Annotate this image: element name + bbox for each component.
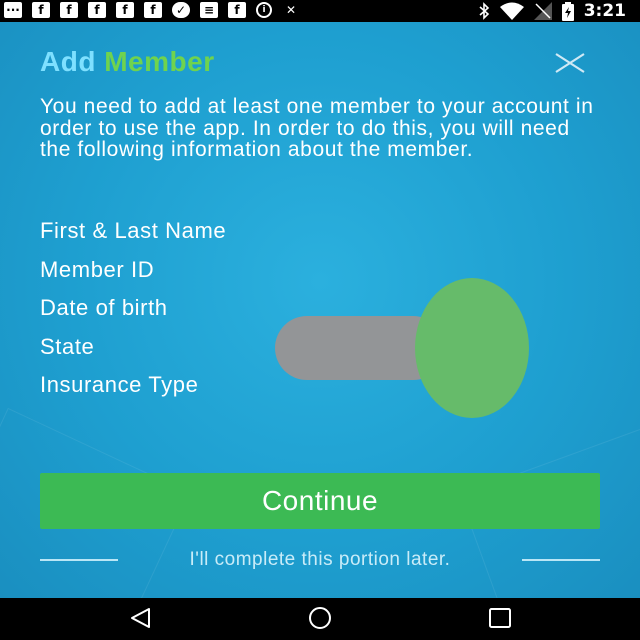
complete-later-row: I'll complete this portion later.	[40, 548, 600, 572]
shield-icon: ✓	[172, 2, 190, 18]
facebook-icon: f	[228, 2, 246, 18]
required-info-list: First & Last Name Member ID Date of birt…	[40, 216, 226, 409]
card-icon: ≡	[200, 2, 218, 18]
status-bar: ··· f f f f f ✓ ≡ f i ✕ 3:21	[0, 0, 640, 22]
signal-tool-icon: ✕	[285, 3, 297, 17]
title-member: Member	[104, 46, 215, 77]
title-add: Add	[40, 46, 96, 77]
recents-button[interactable]	[486, 606, 514, 630]
notification-icons: ··· f f f f f ✓ ≡ f i ✕	[4, 2, 300, 18]
system-icons: 3:21	[478, 1, 626, 21]
facebook-icon: f	[116, 2, 134, 18]
continue-button[interactable]: Continue	[40, 473, 600, 529]
battery-charging-icon	[561, 1, 574, 21]
no-signal-icon	[533, 2, 552, 20]
wifi-icon	[499, 2, 524, 20]
facebook-icon: f	[32, 2, 50, 18]
bluetooth-icon	[479, 2, 489, 20]
list-item: State	[40, 333, 95, 359]
list-item: Member ID	[40, 256, 155, 282]
back-button[interactable]	[127, 606, 155, 630]
close-button[interactable]	[552, 48, 588, 78]
list-item: Date of birth	[40, 295, 168, 320]
close-icon	[555, 53, 585, 73]
message-icon: ···	[4, 2, 22, 18]
back-icon	[131, 608, 150, 628]
divider	[521, 559, 600, 561]
facebook-icon: f	[88, 2, 106, 18]
complete-later-link[interactable]: I'll complete this portion later.	[190, 549, 451, 571]
divider	[40, 559, 118, 561]
dialog-title: Add Member	[40, 46, 215, 78]
facebook-icon: f	[144, 2, 162, 18]
recents-icon	[489, 608, 511, 628]
navigation-bar	[0, 598, 640, 640]
clock: 3:21	[583, 1, 626, 21]
home-icon	[309, 607, 331, 629]
facebook-icon: f	[60, 2, 78, 18]
info-icon: i	[256, 2, 272, 18]
list-item: First & Last Name	[40, 218, 227, 243]
add-member-screen: Add Member You need to add at least one …	[0, 22, 640, 598]
intro-text: You need to add at least one member to y…	[40, 95, 594, 161]
list-item: Insurance Type	[40, 372, 199, 397]
home-button[interactable]	[306, 606, 334, 630]
toggle-knob[interactable]	[415, 278, 529, 418]
